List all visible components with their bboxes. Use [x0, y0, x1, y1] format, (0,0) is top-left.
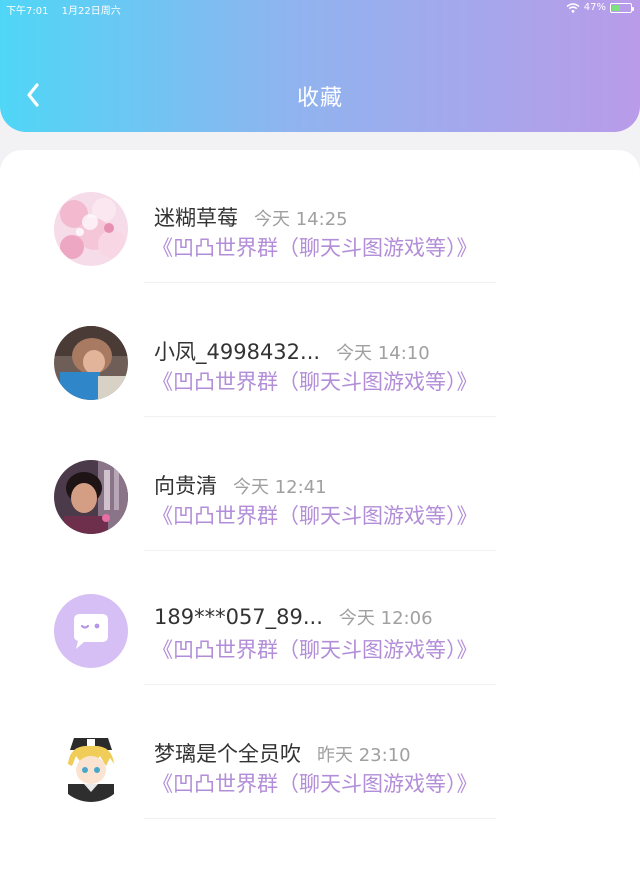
favorite-item[interactable]: 189***057_89... 今天 12:06 《凹凸世界群（聊天斗图游戏等）》	[0, 552, 640, 686]
group-link[interactable]: 《凹凸世界群（聊天斗图游戏等）》	[152, 366, 478, 396]
user-name: 189***057_89...	[154, 605, 323, 629]
status-bar: 下午7:01 1月22日周六 47%	[0, 0, 640, 18]
page-title: 收藏	[296, 86, 343, 111]
header: 下午7:01 1月22日周六 47% 收藏	[0, 0, 640, 132]
status-date: 1月22日周六	[61, 6, 121, 17]
favorites-list: 迷糊草莓 今天 14:25 《凹凸世界群（聊天斗图游戏等）》 小凤_4998432…	[0, 150, 640, 870]
divider	[144, 416, 496, 417]
timestamp: 今天 14:10	[336, 343, 430, 364]
timestamp: 今天 14:25	[254, 209, 348, 230]
group-link[interactable]: 《凹凸世界群（聊天斗图游戏等）》	[152, 500, 478, 530]
chat-bubble-icon	[54, 594, 128, 668]
avatar[interactable]	[54, 326, 128, 400]
timestamp: 昨天 23:10	[317, 745, 411, 766]
wifi-icon	[566, 2, 580, 13]
user-name: 梦璃是个全员吹	[154, 742, 301, 766]
divider	[144, 282, 496, 283]
divider	[144, 550, 496, 551]
battery-icon	[610, 2, 634, 13]
timestamp: 今天 12:06	[338, 608, 433, 629]
divider	[144, 684, 496, 685]
user-name: 迷糊草莓	[154, 206, 238, 230]
battery-percent: 47%	[583, 2, 606, 13]
favorite-item[interactable]: 小凤_4998432... 今天 14:10 《凹凸世界群（聊天斗图游戏等）》	[0, 284, 640, 418]
divider	[144, 818, 496, 819]
group-link[interactable]: 《凹凸世界群（聊天斗图游戏等）》	[152, 768, 478, 798]
avatar[interactable]	[54, 728, 128, 802]
timestamp: 今天 12:41	[233, 477, 327, 498]
user-name: 向贵清	[154, 474, 217, 498]
status-time: 下午7:01	[6, 6, 49, 17]
avatar[interactable]	[54, 594, 128, 668]
avatar[interactable]	[54, 460, 128, 534]
group-link[interactable]: 《凹凸世界群（聊天斗图游戏等）》	[152, 634, 478, 664]
group-link[interactable]: 《凹凸世界群（聊天斗图游戏等）》	[152, 232, 478, 262]
favorite-item[interactable]: 向贵清 今天 12:41 《凹凸世界群（聊天斗图游戏等）》	[0, 418, 640, 552]
favorite-item[interactable]: 梦璃是个全员吹 昨天 23:10 《凹凸世界群（聊天斗图游戏等）》	[0, 686, 640, 820]
favorite-item[interactable]: 迷糊草莓 今天 14:25 《凹凸世界群（聊天斗图游戏等）》	[0, 150, 640, 284]
avatar[interactable]	[54, 192, 128, 266]
user-name: 小凤_4998432...	[154, 340, 321, 364]
